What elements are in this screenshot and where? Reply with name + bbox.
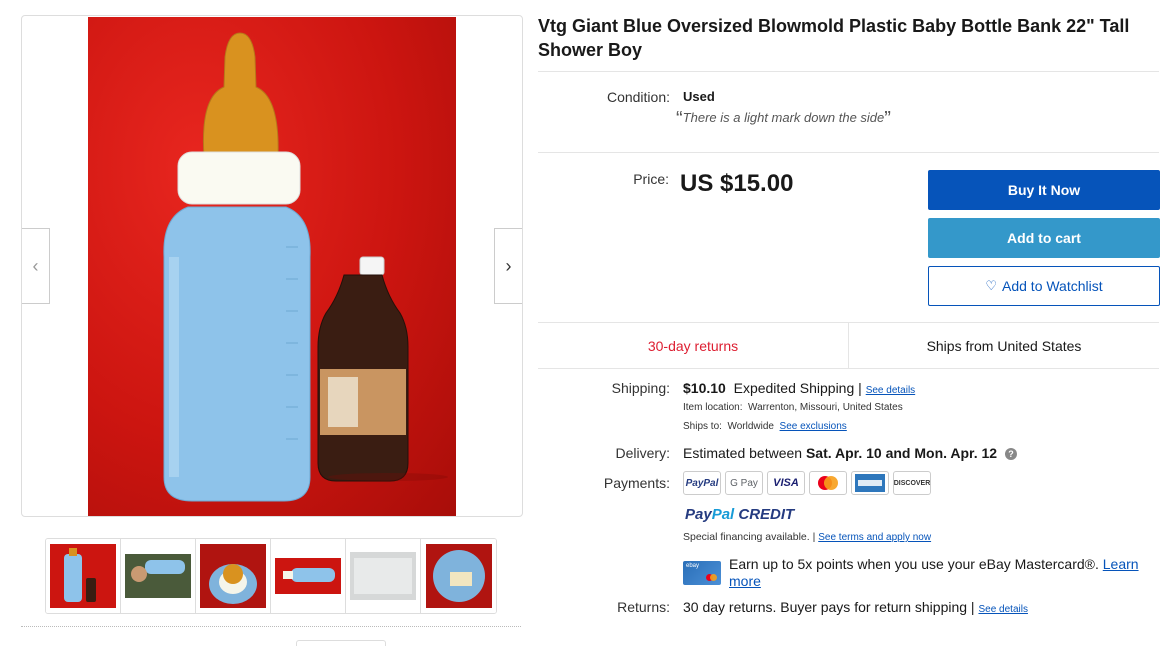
thumbnail-image [350,552,416,600]
main-product-image[interactable] [88,17,456,516]
buy-it-now-button[interactable]: Buy It Now [928,170,1160,210]
section-divider [21,626,521,627]
price-label: Price: [633,171,669,187]
thumbnail-image [425,544,492,608]
item-location: Item location: Warrenton, Missouri, Unit… [683,402,903,413]
shipping-see-details-link[interactable]: See details [866,385,915,396]
paypal-icon: PayPal [683,471,721,495]
promo-text: Earn up to 5x points when you use your e… [729,556,1099,572]
thumbnail-image [125,554,191,598]
ships-to: Ships to: Worldwide See exclusions [683,421,847,432]
next-image-button[interactable]: › [494,228,522,304]
ships-to-value: Worldwide [727,421,774,432]
chevron-right-icon: › [505,255,512,276]
divider [538,71,1159,72]
amex-logo [855,474,885,492]
special-financing: Special financing available. | See terms… [683,531,931,543]
price-value: US $15.00 [680,170,794,197]
item-location-value: Warrenton, Missouri, United States [748,402,903,413]
listing-title: Vtg Giant Blue Oversized Blowmold Plasti… [538,16,1130,60]
thumbnail-strip [45,538,497,614]
condition-note-text: There is a light mark down the side [682,110,885,125]
mastercard-icon [809,471,847,495]
shipping-method: Expedited Shipping | [733,380,862,396]
add-to-cart-button[interactable]: Add to cart [928,218,1160,258]
add-to-watchlist-button[interactable]: ♡ Add to Watchlist [928,266,1160,306]
condition-label: Condition: [606,89,670,105]
chevron-left-icon: ‹ [32,255,39,276]
thumbnail-image [200,544,266,608]
see-terms-link[interactable]: See terms and apply now [818,532,931,543]
image-gallery: ‹ › [21,15,523,517]
add-to-watchlist-label: Add to Watchlist [1002,278,1103,294]
thumbnail-6[interactable] [421,539,496,613]
payment-methods: PayPal G Pay VISA DISCOVER [683,471,931,495]
delivery-estimate: Estimated between Sat. Apr. 10 and Mon. … [683,445,1017,461]
thumbnail-image [50,544,116,608]
baby-bottle-photo [163,32,448,502]
delivery-dates: Sat. Apr. 10 and Mon. Apr. 12 [805,445,998,461]
shipping-label: Shipping: [611,380,670,396]
item-location-label: Item location: [683,402,743,413]
discover-icon: DISCOVER [893,471,931,495]
thumbnail-1[interactable] [46,539,123,613]
delivery-prefix: Estimated between [683,445,803,461]
mastercard-promo: Earn up to 5x points when you use your e… [729,556,1149,590]
see-exclusions-link[interactable]: See exclusions [780,421,847,432]
highlight-badges: 30-day returns Ships from United States [538,322,1159,369]
mastercard-logo [818,476,838,490]
financing-text: Special financing available. | [683,531,816,543]
thumbnail-image [275,558,341,594]
condition-value: Used [683,89,715,104]
returns-text: 30 day returns. Buyer pays for return sh… [683,599,975,615]
returns-badge: 30-day returns [538,323,849,368]
divider [538,152,1159,153]
paypal-credit-logo: PayPal CREDIT [685,506,795,523]
thumbnail-4[interactable] [271,539,346,613]
shipping-cost: $10.10 [683,380,726,396]
heart-icon: ♡ [985,278,997,293]
thumbnail-2[interactable] [121,539,196,613]
returns-policy: 30 day returns. Buyer pays for return sh… [683,599,1028,615]
ebay-mastercard-icon: ebay [683,561,721,585]
amex-icon [851,471,889,495]
google-pay-icon: G Pay [725,471,763,495]
previous-image-button[interactable]: ‹ [22,228,50,304]
delivery-label: Delivery: [615,445,670,461]
condition-note: “There is a light mark down the side” [676,108,891,130]
shipping-line: $10.10 Expedited Shipping | See details [683,380,915,396]
returns-label: Returns: [617,599,670,615]
ships-to-label: Ships to: [683,421,722,432]
tab-stub [296,640,386,646]
thumbnail-5[interactable] [346,539,421,613]
payments-label: Payments: [603,475,670,491]
returns-see-details-link[interactable]: See details [978,604,1027,615]
thumbnail-3[interactable] [196,539,271,613]
ships-from-badge: Ships from United States [926,337,1082,354]
help-icon[interactable]: ? [1004,448,1017,460]
visa-icon: VISA [767,471,805,495]
